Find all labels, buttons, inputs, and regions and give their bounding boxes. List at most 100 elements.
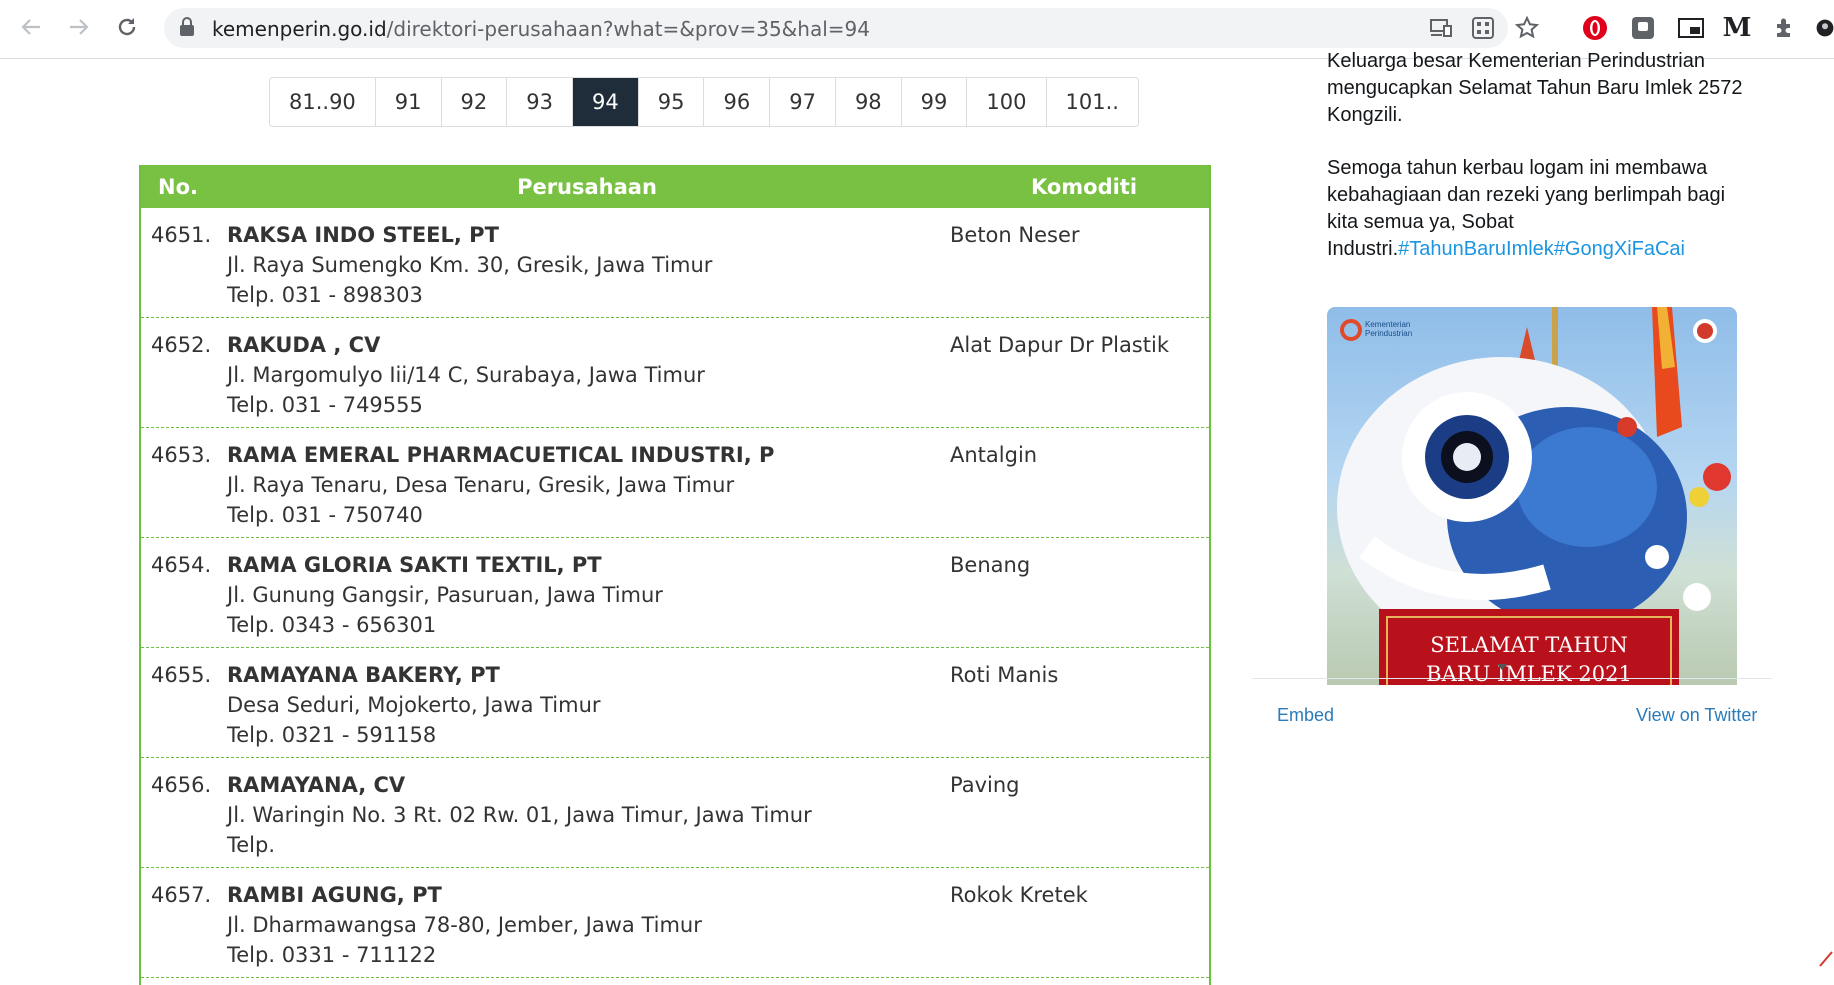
row-number: 4652. xyxy=(151,333,212,357)
company-address: Desa Seduri, Mojokerto, Jawa Timur xyxy=(227,693,601,717)
row-number: 4654. xyxy=(151,553,212,577)
table-row: 4651. RAKSA INDO STEEL, PT Jl. Raya Sumeng… xyxy=(141,208,1209,318)
company-address: Jl. Margomulyo Iii/14 C, Surabaya, Jawa … xyxy=(227,363,705,387)
company-cell: RAMA EMERAL PHARMACUETICAL INDUSTRI, P Jl… xyxy=(227,428,950,537)
company-name: RAMAYANA, CV xyxy=(227,773,406,797)
commodity-cell: Paving xyxy=(950,773,1020,797)
embed-link[interactable]: Embed xyxy=(1277,705,1334,726)
back-icon[interactable] xyxy=(12,8,50,46)
header-commodity: Komoditi xyxy=(1030,174,1138,199)
company-cell: RAMAYANA, CV Jl. Waringin No. 3 Rt. 02 Rw… xyxy=(227,758,950,867)
company-name: RAMA EMERAL PHARMACUETICAL INDUSTRI, P xyxy=(227,443,775,467)
commodity-cell: Benang xyxy=(950,553,1031,577)
page-link[interactable]: 96 xyxy=(704,78,771,126)
commodity-cell: Alat Dapur Dr Plastik xyxy=(950,333,1169,357)
row-number: 4651. xyxy=(151,223,212,247)
company-cell: RAMA GLORIA SAKTI TEXTIL, PT Jl. Gunung G… xyxy=(227,538,950,647)
row-number: 4655. xyxy=(151,663,212,687)
timeline-scrollbar[interactable] xyxy=(1494,58,1510,678)
company-address: Jl. Waringin No. 3 Rt. 02 Rw. 01, Jawa T… xyxy=(227,803,812,827)
banner-text-line2: BARU IMLEK 2021 xyxy=(1426,662,1632,685)
tweet-paragraph-2: Semoga tahun kerbau logam ini membawa ke… xyxy=(1327,155,1747,263)
tweet-text: Keluarga besar Kementerian Perindustrian… xyxy=(1327,48,1747,289)
view-on-twitter-link[interactable]: View on Twitter xyxy=(1636,705,1757,726)
page-link[interactable]: 81..90 xyxy=(270,78,376,126)
tweet-image[interactable]: Kementerian Perindustrian SELAMAT TAHUN … xyxy=(1327,307,1737,685)
company-phone: Telp. 031 - 898303 xyxy=(227,283,423,307)
table-row: 4653. RAMA EMERAL PHARMACUETICAL INDUSTRI… xyxy=(141,428,1209,538)
commodity-cell: Rokok Kretek xyxy=(950,883,1088,907)
bookmark-star-icon[interactable] xyxy=(1514,16,1540,40)
company-address: Jl. Raya Sumengko Km. 30, Gresik, Jawa T… xyxy=(227,253,713,277)
company-phone: Telp. 031 - 750740 xyxy=(227,503,423,527)
company-name: RAMA GLORIA SAKTI TEXTIL, PT xyxy=(227,553,602,577)
row-number: 4653. xyxy=(151,443,212,467)
timeline-divider xyxy=(1252,678,1772,679)
company-address: Jl. Dharmawangsa 78-80, Jember, Jawa Tim… xyxy=(227,913,702,937)
table-row: 4652. RAKUDA , CV Jl. Margomulyo Iii/14 C,… xyxy=(141,318,1209,428)
page-link[interactable]: 91 xyxy=(376,78,442,126)
row-number: 4657. xyxy=(151,883,212,907)
pagination: 81..90 91 92 93 94 95 96 97 98 99 100 101.. xyxy=(269,77,1139,127)
extension-square-icon[interactable] xyxy=(1628,13,1658,43)
page-link[interactable]: 99 xyxy=(902,78,968,126)
reload-icon[interactable] xyxy=(108,8,146,46)
company-name: RAKSA INDO STEEL, PT xyxy=(227,223,499,247)
page-link[interactable]: 92 xyxy=(442,78,508,126)
picture-in-picture-icon[interactable] xyxy=(1676,13,1706,43)
company-directory-table: No. Perusahaan Komoditi 4651. RAKSA INDO … xyxy=(139,165,1211,985)
row-number: 4656. xyxy=(151,773,212,797)
company-phone: Telp. 031 - 749555 xyxy=(227,393,423,417)
page-link[interactable]: 93 xyxy=(507,78,573,126)
header-company: Perusahaan xyxy=(517,174,657,199)
company-phone: Telp. 0321 - 591158 xyxy=(227,723,437,747)
forward-icon[interactable] xyxy=(60,8,98,46)
cast-icon[interactable] xyxy=(1428,16,1454,40)
hashtag-link[interactable]: #TahunBaruImlek xyxy=(1398,238,1554,260)
page-corner-marker xyxy=(1818,930,1834,970)
table-row: 4657. RAMBI AGUNG, PT Jl. Dharmawangsa 78-… xyxy=(141,868,1209,978)
table-row: 4656. RAMAYANA, CV Jl. Waringin No. 3 Rt. … xyxy=(141,758,1209,868)
opera-extension-icon[interactable] xyxy=(1580,13,1610,43)
company-phone: Telp. 0343 - 656301 xyxy=(227,613,437,637)
company-name: RAMAYANA BAKERY, PT xyxy=(227,663,500,687)
company-phone: Telp. xyxy=(227,833,276,857)
puzzle-extensions-icon[interactable] xyxy=(1770,13,1800,43)
company-cell: RAKUDA , CV Jl. Margomulyo Iii/14 C, Sura… xyxy=(227,318,950,427)
lock-icon xyxy=(180,17,194,36)
twitter-timeline: Keluarga besar Kementerian Perindustrian… xyxy=(1252,50,1772,685)
table-header: No. Perusahaan Komoditi xyxy=(141,165,1209,208)
hashtag-link[interactable]: #GongXiFaCai xyxy=(1554,238,1685,260)
tweet-paragraph-1: Keluarga besar Kementerian Perindustrian… xyxy=(1327,50,1743,126)
apps-grid-icon[interactable] xyxy=(1470,16,1496,40)
table-body: 4651. RAKSA INDO STEEL, PT Jl. Raya Sumeng… xyxy=(141,208,1209,978)
company-name: RAKUDA , CV xyxy=(227,333,381,357)
url-path: /direktori-perusahaan?what=&prov=35&hal=… xyxy=(386,17,870,41)
logo-text-line2: Perindustrian xyxy=(1365,329,1412,338)
profile-avatar[interactable] xyxy=(1816,13,1834,43)
page-link[interactable]: 97 xyxy=(770,78,836,126)
table-row: 4655. RAMAYANA BAKERY, PT Desa Seduri, Moj… xyxy=(141,648,1209,758)
company-cell: RAKSA INDO STEEL, PT Jl. Raya Sumengko Km… xyxy=(227,208,950,317)
commodity-cell: Beton Neser xyxy=(950,223,1080,247)
banner-text-line1: SELAMAT TAHUN xyxy=(1430,633,1627,657)
company-cell: RAMBI AGUNG, PT Jl. Dharmawangsa 78-80, J… xyxy=(227,868,950,977)
url-host: kemenperin.go.id xyxy=(212,17,387,41)
address-bar[interactable]: kemenperin.go.id/direktori-perusahaan?wh… xyxy=(164,8,1539,48)
url-text: kemenperin.go.id/direktori-perusahaan?wh… xyxy=(212,17,870,41)
commodity-cell: Roti Manis xyxy=(950,663,1059,687)
table-row: 4654. RAMA GLORIA SAKTI TEXTIL, PT Jl. Gun… xyxy=(141,538,1209,648)
company-name: RAMBI AGUNG, PT xyxy=(227,883,442,907)
logo-text-line1: Kementerian xyxy=(1365,320,1410,329)
page-link[interactable]: 100 xyxy=(967,78,1047,126)
page-link[interactable]: 94 xyxy=(573,78,639,126)
header-no: No. xyxy=(158,174,198,199)
company-cell: RAMAYANA BAKERY, PT Desa Seduri, Mojokert… xyxy=(227,648,950,757)
m-extension-icon[interactable]: M xyxy=(1722,13,1752,43)
page-link[interactable]: 101.. xyxy=(1047,78,1138,126)
commodity-cell: Antalgin xyxy=(950,443,1038,467)
company-address: Jl. Raya Tenaru, Desa Tenaru, Gresik, Ja… xyxy=(227,473,735,497)
page-link[interactable]: 95 xyxy=(639,78,705,126)
company-address: Jl. Gunung Gangsir, Pasuruan, Jawa Timur xyxy=(227,583,663,607)
page-link[interactable]: 98 xyxy=(836,78,902,126)
